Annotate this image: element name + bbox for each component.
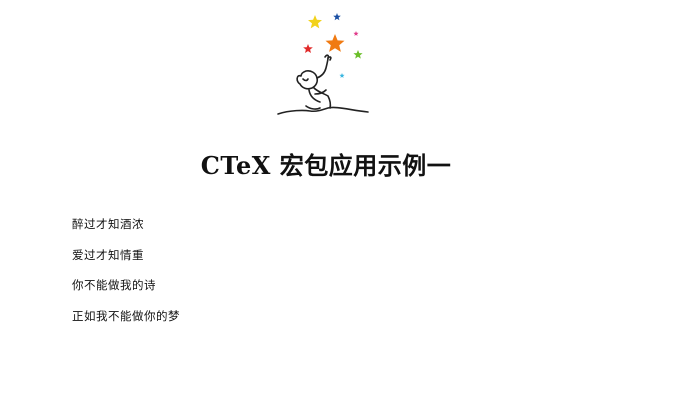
star-red-icon	[303, 44, 313, 53]
star-green-icon	[353, 50, 363, 59]
poem-line: 你不能做我的诗	[72, 278, 156, 292]
ctex-logo	[270, 6, 380, 118]
star-orange-icon	[325, 34, 345, 52]
star-yellow-icon	[308, 15, 322, 29]
poem-line: 爱过才知情重	[72, 247, 144, 262]
poem-lines: 醉过才知酒浓 爱过才知情重 你不能做我的诗 正如我不能做你的梦	[72, 214, 180, 336]
poem-line: 醉过才知酒浓	[72, 217, 144, 231]
star-pink-icon	[353, 31, 359, 36]
star-blue-icon	[333, 13, 341, 21]
child-figure-icon	[277, 54, 369, 115]
document-title: CTeX 宏包应用示例一	[200, 151, 452, 180]
poem-line: 正如我不能做你的梦	[72, 308, 180, 323]
star-cyan-icon	[339, 73, 345, 78]
child-reaching-stars-icon	[277, 13, 369, 115]
